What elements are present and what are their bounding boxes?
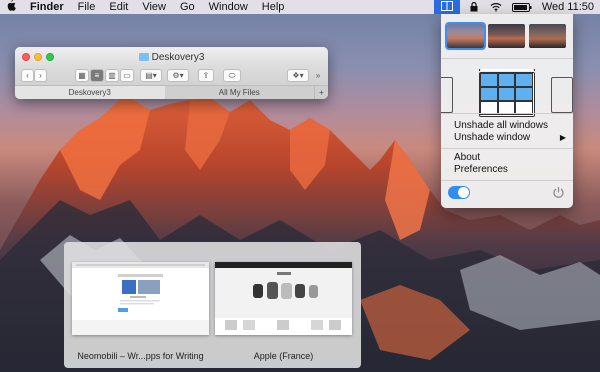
menu-item-label: Unshade window [454,132,531,143]
window-preview-2[interactable] [215,262,352,335]
chevron-right-icon: › [39,71,42,80]
page-thumbnail [215,262,352,330]
menu-item-unshade-window[interactable]: Unshade window ▶ [441,132,573,144]
battery-icon[interactable] [511,2,532,12]
submenu-arrow-icon: ▶ [559,133,566,142]
gear-icon: ⚙▾ [172,71,184,80]
desktop-thumbnail-2[interactable] [488,24,525,48]
action-button[interactable]: ⚙▾ [167,69,189,82]
folder-icon [138,53,149,61]
menu-go[interactable]: Go [180,0,195,14]
arrange-button[interactable]: ▤▾ [140,69,162,82]
deskovery-icon [440,0,453,14]
new-tab-button[interactable]: + [314,86,328,99]
divider [441,148,573,149]
toggle-knob [458,187,469,198]
arrange-icon: ▤▾ [145,71,157,80]
desktop-thumbnails [445,22,566,50]
cover-flow-button[interactable]: ▭ [120,69,134,82]
list-view-button[interactable]: ≡ [90,69,104,82]
menu-bar: Finder File Edit View Go Window Help Wed… [0,0,600,14]
tab-all-my-files[interactable]: All My Files [165,86,315,99]
menu-help[interactable]: Help [262,0,285,14]
desktop-thumbnail-3[interactable] [529,24,566,48]
tab-deskovery3[interactable]: Deskovery3 [15,86,165,99]
back-button[interactable]: ‹ [21,69,34,82]
window-title: Deskovery3 [15,52,328,63]
layout-selector [441,69,573,122]
power-icon[interactable] [552,186,565,199]
dropbox-button[interactable]: ❖▾ [287,69,309,82]
tags-button[interactable]: ⬭ [223,69,241,82]
desktop-thumbnail-1[interactable] [445,22,486,50]
page-thumbnail [72,262,209,335]
finder-window: Deskovery3 ‹ › ▦ ≡ ▥ ▭ ▤▾ ⚙▾ ⇪ ⬭ ❖▾ » De… [15,47,328,99]
finder-titlebar[interactable]: Deskovery3 [15,47,328,67]
layout-grid-icon[interactable] [479,69,535,117]
menu-item-preferences[interactable]: Preferences [441,164,573,176]
column-view-button[interactable]: ▥ [105,69,119,82]
window-preview-1[interactable] [72,262,209,335]
menu-item-unshade-all[interactable]: Unshade all windows [441,120,573,132]
share-button[interactable]: ⇪ [198,69,214,82]
panel-menu: Unshade all windows Unshade window ▶ [441,120,573,144]
columns-icon: ▥ [108,71,116,80]
panel-menu-secondary: About Preferences [441,152,573,176]
layout-prev-button[interactable] [441,77,453,113]
layout-next-button[interactable] [551,77,573,113]
divider [441,58,573,59]
finder-tab-bar: Deskovery3 All My Files + [15,85,328,99]
finder-toolbar: ‹ › ▦ ≡ ▥ ▭ ▤▾ ⚙▾ ⇪ ⬭ ❖▾ » [15,67,328,85]
window-title-text: Deskovery3 [151,52,205,63]
enable-toggle[interactable] [448,186,470,199]
deskovery-panel: Unshade all windows Unshade window ▶ Abo… [441,14,573,208]
divider [441,180,573,181]
cover-flow-icon: ▭ [123,71,131,80]
menu-clock[interactable]: Wed 11:50 [542,1,594,13]
lock-icon[interactable] [468,2,480,12]
toolbar-overflow-button[interactable]: » [313,69,323,82]
forward-button[interactable]: › [34,69,47,82]
menu-view[interactable]: View [142,0,166,14]
double-chevron-icon: » [315,71,321,80]
list-icon: ≡ [94,71,100,80]
wifi-icon[interactable] [490,2,502,12]
window-preview-label-2: Apple (France) [253,351,314,361]
menu-edit[interactable]: Edit [109,0,128,14]
chevron-left-icon: ‹ [26,71,29,80]
menu-app-name[interactable]: Finder [30,0,64,14]
menu-item-about[interactable]: About [441,152,573,164]
status-area: Wed 11:50 [433,0,600,14]
icon-view-button[interactable]: ▦ [75,69,89,82]
window-preview-label-1: Neomobili – Wr...pps for Writing [77,351,204,361]
menu-window[interactable]: Window [209,0,248,14]
share-icon: ⇪ [202,71,210,80]
grid-icon: ▦ [78,71,86,80]
tag-icon: ⬭ [228,70,236,80]
apple-logo-icon[interactable] [6,0,18,14]
deskovery-menu-extra[interactable] [433,0,460,14]
divider [441,113,573,114]
menu-file[interactable]: File [78,0,96,14]
dropbox-icon: ❖▾ [292,71,304,80]
window-switcher: Neomobili – Wr...pps for Writing Apple (… [64,242,361,368]
